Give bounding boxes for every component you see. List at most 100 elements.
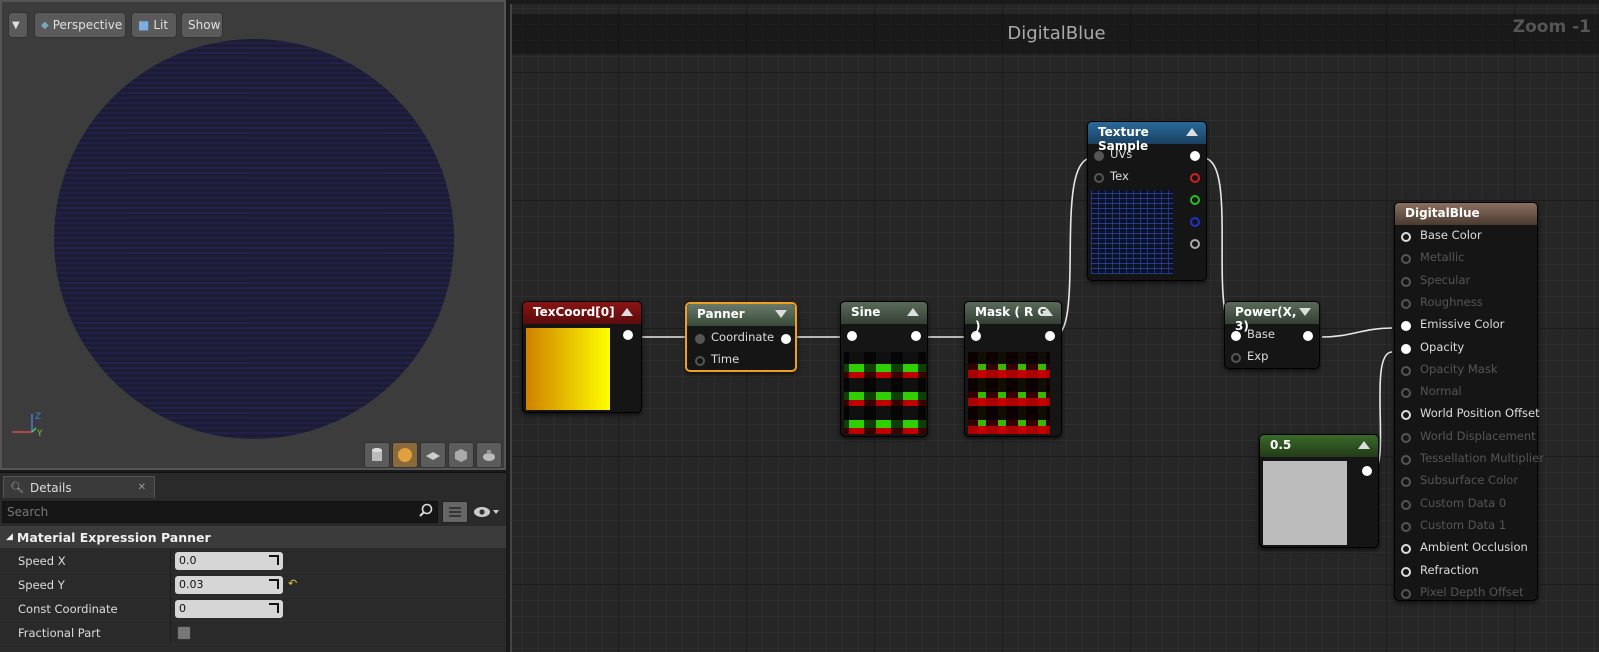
material-input-pin[interactable] [1401, 343, 1411, 354]
input-pin[interactable] [847, 331, 857, 341]
cylinder-icon[interactable] [364, 442, 390, 468]
power-node[interactable]: Power(X, 3) Base Exp [1224, 301, 1320, 369]
plane-icon[interactable] [420, 442, 446, 468]
material-pin-label: World Position Offset [1420, 406, 1540, 421]
collapse-icon[interactable] [1186, 128, 1198, 136]
material-input-pin[interactable] [1401, 254, 1411, 265]
details-search-input[interactable]: Search [2, 501, 438, 523]
material-pin-label: World Displacement [1420, 428, 1536, 443]
property-row: Fractional Part [0, 621, 506, 645]
drag-handle-icon [269, 603, 279, 613]
output-pin[interactable] [623, 330, 633, 340]
collapse-icon[interactable] [621, 308, 633, 316]
coordinate-input-pin[interactable] [695, 334, 705, 344]
lit-button[interactable]: ■ Lit [131, 12, 177, 38]
list-view-icon[interactable] [442, 501, 468, 523]
material-input-pin[interactable] [1401, 298, 1411, 309]
fractional-part-checkbox[interactable] [177, 626, 191, 640]
material-input-pin[interactable] [1401, 477, 1411, 488]
material-result-node[interactable]: DigitalBlue Base Color Metallic Specular Ro… [1394, 202, 1544, 601]
teapot-icon[interactable] [476, 442, 502, 468]
axis-gizmo-icon: Z Y [12, 412, 43, 439]
zoom-label: Zoom -1 [1512, 17, 1591, 37]
texcoord-node[interactable]: TexCoord[0] [522, 301, 642, 413]
material-input-pin[interactable] [1401, 365, 1411, 376]
speed-x-field[interactable]: 0.0 [175, 552, 283, 570]
visibility-eye-icon[interactable] [472, 503, 502, 521]
collapse-icon[interactable] [907, 308, 919, 316]
collapse-triangle-icon: ◢ [6, 532, 13, 542]
collapse-icon[interactable] [1358, 441, 1370, 449]
axis-z-label: Z [35, 412, 41, 422]
perspective-button[interactable]: ◆ Perspective [34, 12, 126, 38]
close-icon[interactable]: ✕ [138, 482, 146, 493]
search-icon: 🔍︎ [10, 481, 24, 494]
material-pin-label: Tessellation Multiplier [1420, 451, 1544, 465]
property-row: Speed X 0.0 [0, 549, 506, 573]
show-button[interactable]: Show [181, 12, 223, 38]
material-input-pin[interactable] [1401, 499, 1411, 510]
constant-preview [1263, 461, 1347, 545]
sphere-icon[interactable] [392, 442, 418, 468]
magnifier-icon [419, 503, 433, 520]
tex-input-pin[interactable] [1094, 173, 1104, 183]
material-input-pin[interactable] [1401, 455, 1411, 465]
material-graph[interactable]: DigitalBlue Zoom -1 TexCoord[0] Panner C… [510, 4, 1599, 652]
viewport-options-button[interactable]: ▼ [8, 12, 28, 38]
texcoord-preview [526, 328, 610, 410]
reset-to-default-icon[interactable]: ↶ [288, 577, 297, 590]
material-input-pin[interactable] [1401, 544, 1411, 555]
preview-sphere [54, 39, 454, 439]
cube-shape-icon[interactable] [448, 442, 474, 468]
output-pin[interactable] [911, 331, 921, 341]
preview-viewport[interactable]: ▼ ◆ Perspective ■ Lit Show Z Y [0, 0, 506, 470]
material-input-pin[interactable] [1401, 521, 1411, 532]
preview-shape-toolbar [364, 442, 502, 468]
const-coordinate-field[interactable]: 0 [175, 600, 283, 618]
time-input-pin[interactable] [695, 356, 705, 366]
exp-input-pin[interactable] [1231, 353, 1241, 363]
b-output-pin[interactable] [1190, 217, 1200, 227]
material-input-pin[interactable] [1401, 432, 1411, 443]
material-input-pin[interactable] [1401, 566, 1411, 577]
material-pin-label: Refraction [1420, 562, 1479, 577]
sine-node[interactable]: Sine [840, 301, 928, 437]
mask-node[interactable]: Mask ( R G ) [964, 301, 1062, 437]
details-tab[interactable]: 🔍︎ Details ✕ [3, 476, 155, 498]
material-pin-label: Roughness [1420, 294, 1483, 309]
collapse-icon[interactable] [1041, 308, 1053, 316]
uvs-input-pin[interactable] [1094, 151, 1104, 161]
axis-y-label: Y [36, 429, 43, 439]
texture-preview [1091, 190, 1173, 274]
output-pin[interactable] [1045, 331, 1055, 341]
input-pin[interactable] [971, 331, 981, 341]
output-pin[interactable] [1362, 466, 1372, 476]
r-output-pin[interactable] [1190, 173, 1200, 183]
section-header[interactable]: ◢ Material Expression Panner [0, 526, 506, 548]
output-pin[interactable] [781, 334, 791, 344]
material-pin-label: Normal [1420, 384, 1462, 399]
material-pin-label: Custom Data 1 [1420, 517, 1507, 532]
material-input-pin[interactable] [1401, 321, 1411, 332]
material-input-pin[interactable] [1401, 410, 1411, 421]
constant-node[interactable]: 0.5 [1259, 434, 1379, 548]
rgb-output-pin[interactable] [1190, 151, 1200, 161]
material-pin-label: Specular [1420, 272, 1471, 287]
panner-node[interactable]: Panner Coordinate Time [685, 302, 797, 372]
material-input-pin[interactable] [1401, 388, 1411, 399]
base-input-pin[interactable] [1231, 331, 1241, 341]
material-input-pin[interactable] [1401, 588, 1411, 599]
speed-y-field[interactable]: 0.03 [175, 576, 283, 594]
material-pin-label: Opacity Mask [1420, 361, 1498, 376]
expand-icon[interactable] [1299, 308, 1311, 316]
material-input-pin[interactable] [1401, 276, 1411, 287]
material-pin-label: Pixel Depth Offset [1420, 584, 1524, 599]
material-pin-label: Opacity [1420, 339, 1465, 354]
g-output-pin[interactable] [1190, 195, 1200, 205]
material-input-pin[interactable] [1401, 232, 1411, 242]
material-pin-label: Ambient Occlusion [1420, 540, 1528, 555]
expand-icon[interactable] [775, 310, 787, 318]
output-pin[interactable] [1303, 331, 1313, 341]
texture-sample-node[interactable]: Texture Sample UVs Tex [1087, 121, 1207, 281]
a-output-pin[interactable] [1190, 239, 1200, 249]
